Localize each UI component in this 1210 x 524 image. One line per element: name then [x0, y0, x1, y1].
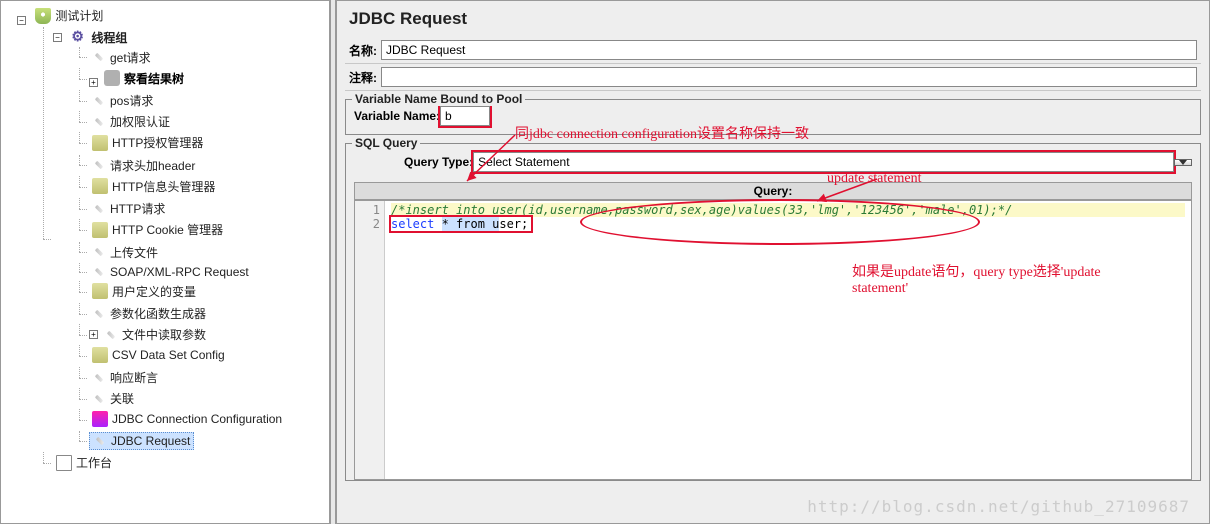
- sampler-icon: [95, 394, 103, 402]
- tree-user-var[interactable]: 用户定义的变量: [89, 282, 199, 301]
- tree-upload[interactable]: 上传文件: [89, 243, 161, 262]
- tree-soap[interactable]: SOAP/XML-RPC Request: [89, 264, 252, 280]
- config-icon: [92, 283, 108, 299]
- editor-title: JDBC Request: [345, 5, 1201, 37]
- chevron-down-icon[interactable]: [1174, 159, 1192, 166]
- config-icon: [92, 347, 108, 363]
- code-body[interactable]: /*insert into user(id,username,password,…: [385, 201, 1191, 479]
- tree-toggle[interactable]: −: [17, 16, 26, 25]
- tree-toggle[interactable]: +: [89, 78, 98, 87]
- sampler-icon: [96, 437, 104, 445]
- sampler-icon: [95, 267, 103, 275]
- comment-row: 注释:: [345, 64, 1201, 91]
- code-line-1: /*insert into user(id,username,password,…: [391, 203, 1185, 217]
- sampler-icon: [95, 117, 103, 125]
- tree-panel: − 测试计划 − ⚙ 线程组 get请求 +察看结果树: [0, 0, 330, 524]
- code-line-2: select * from user;: [391, 217, 531, 231]
- sampler-icon: [95, 161, 103, 169]
- tree-jdbc-request[interactable]: JDBC Request: [89, 432, 194, 450]
- query-type-value: Select Statement: [473, 152, 1174, 172]
- config-icon: [92, 178, 108, 194]
- tree-correlate[interactable]: 关联: [89, 389, 137, 408]
- tree-pos-request[interactable]: pos请求: [89, 91, 156, 110]
- tree-view-results[interactable]: 察看结果树: [101, 69, 187, 88]
- results-icon: [104, 70, 120, 86]
- query-type-combo[interactable]: Select Statement: [473, 152, 1174, 172]
- variable-name-input[interactable]: [440, 106, 490, 126]
- tree-label: 线程组: [91, 29, 127, 46]
- comment-input[interactable]: [381, 67, 1197, 87]
- sql-query-fieldset: SQL Query Query Type: Select Statement Q…: [345, 143, 1201, 481]
- tree-thread-group[interactable]: ⚙ 线程组: [68, 28, 130, 47]
- sampler-icon: [95, 53, 103, 61]
- name-label: 名称:: [349, 42, 377, 59]
- query-code-area[interactable]: 12 /*insert into user(id,username,passwo…: [354, 200, 1192, 480]
- sql-query-legend: SQL Query: [352, 136, 420, 150]
- sampler-icon: [95, 248, 103, 256]
- sampler-icon: [95, 204, 103, 212]
- config-icon: [92, 222, 108, 238]
- tree-header-mgr[interactable]: HTTP信息头管理器: [89, 177, 218, 196]
- tree-cookie-mgr[interactable]: HTTP Cookie 管理器: [89, 220, 226, 239]
- workbench-icon: [56, 455, 72, 471]
- flask-icon: [35, 8, 51, 24]
- code-gutter: 12: [355, 201, 385, 479]
- tree-get-request[interactable]: get请求: [89, 48, 154, 67]
- tree-root-test-plan[interactable]: 测试计划: [32, 6, 106, 25]
- name-row: 名称:: [345, 37, 1201, 64]
- tree-param-gen[interactable]: 参数化函数生成器: [89, 304, 209, 323]
- sampler-icon: [107, 330, 115, 338]
- watermark: http://blog.csdn.net/github_27109687: [807, 497, 1190, 516]
- tree-http-auth-mgr[interactable]: HTTP授权管理器: [89, 133, 206, 152]
- name-input[interactable]: [381, 40, 1197, 60]
- tree-assert[interactable]: 响应断言: [89, 368, 161, 387]
- tree-toggle[interactable]: −: [53, 33, 62, 42]
- tree-workbench[interactable]: 工作台: [53, 453, 115, 472]
- variable-name-fieldset: Variable Name Bound to Pool Variable Nam…: [345, 99, 1201, 135]
- tree-csv[interactable]: CSV Data Set Config: [89, 346, 228, 364]
- tree-auth[interactable]: 加权限认证: [89, 112, 173, 131]
- tree-label: 测试计划: [55, 7, 103, 24]
- jdbc-icon: [92, 411, 108, 427]
- query-column-header: Query:: [354, 182, 1192, 200]
- thread-group-icon: ⚙: [71, 29, 87, 45]
- tree-toggle[interactable]: +: [89, 330, 98, 339]
- tree-file-read[interactable]: 文件中读取参数: [101, 325, 209, 344]
- variable-name-legend: Variable Name Bound to Pool: [352, 92, 525, 106]
- tree-jdbc-conn[interactable]: JDBC Connection Configuration: [89, 410, 285, 428]
- tree-header[interactable]: 请求头加header: [89, 156, 198, 175]
- tree-http-request[interactable]: HTTP请求: [89, 199, 168, 218]
- sampler-icon: [95, 309, 103, 317]
- comment-label: 注释:: [349, 69, 377, 86]
- query-type-label: Query Type:: [404, 155, 473, 169]
- sampler-icon: [95, 96, 103, 104]
- variable-name-label: Variable Name:: [354, 109, 440, 123]
- sampler-icon: [95, 373, 103, 381]
- config-icon: [92, 135, 108, 151]
- editor-panel: JDBC Request 名称: 注释: Variable Name Bound…: [336, 0, 1210, 524]
